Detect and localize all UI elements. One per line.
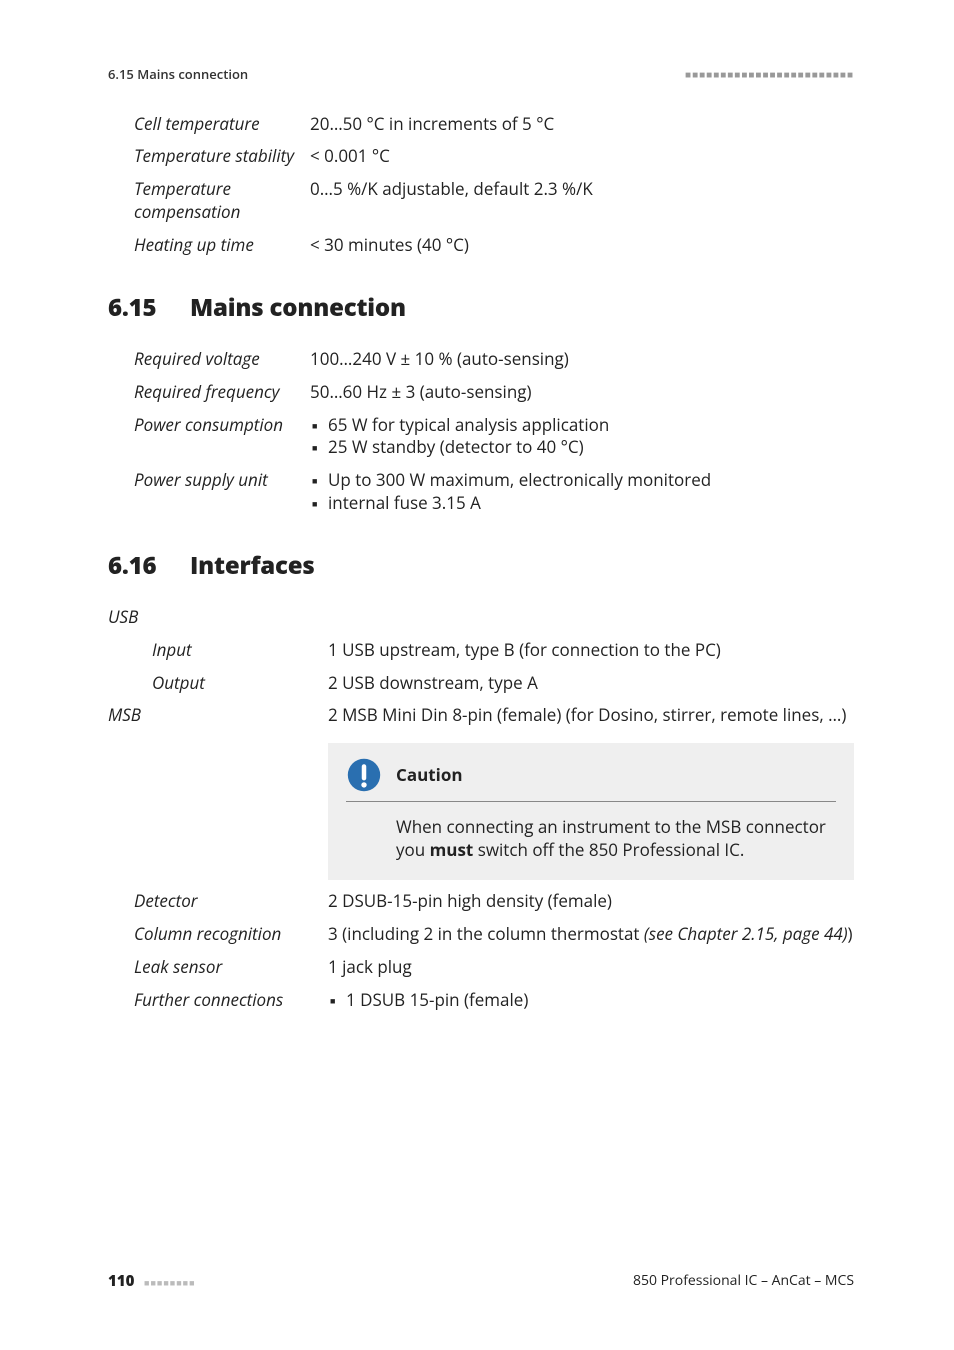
spec-label: Column recogni­tion bbox=[108, 918, 328, 951]
caution-text-strong: must bbox=[430, 838, 474, 861]
specs-table-top: Cell tempera­ture 20…50 °C in increments… bbox=[108, 108, 854, 263]
list-item: 25 W standby (detector to 40 °C) bbox=[328, 436, 854, 459]
footer-left: 110 ■■■■■■■■ bbox=[108, 1271, 196, 1292]
spec-label: Power supply unit bbox=[108, 464, 310, 520]
table-row: Further connec­tions 1 DSUB 15-pin (fema… bbox=[108, 984, 854, 1017]
footer-doc-title: 850 Professional IC – AnCat – MCS bbox=[633, 1272, 854, 1291]
header-rule: ■■■■■■■■■■■■■■■■■■■■■■■■ bbox=[685, 68, 854, 82]
spec-value: 65 W for typical analysis application 25… bbox=[310, 409, 854, 465]
caution-header: Caution bbox=[346, 757, 836, 802]
spec-value: 1 USB upstream, type B (for connection t… bbox=[328, 634, 854, 667]
table-row: Power consump­tion 65 W for typical anal… bbox=[108, 409, 854, 465]
table-row: MSB 2 MSB Mini Din 8-pin (female) (for D… bbox=[108, 699, 854, 732]
spec-value: < 30 minutes (40 °C) bbox=[310, 229, 854, 262]
spec-value: 2 DSUB-15-pin high density (female) bbox=[328, 885, 854, 918]
page-header: 6.15 Mains connection ■■■■■■■■■■■■■■■■■■… bbox=[108, 66, 854, 84]
table-row: Detector 2 DSUB-15-pin high density (fem… bbox=[108, 885, 854, 918]
spec-label: Power consump­tion bbox=[108, 409, 310, 465]
table-row: Required fre­quency 50…60 Hz ± 3 (auto-s… bbox=[108, 376, 854, 409]
table-row: Heating up time < 30 minutes (40 °C) bbox=[108, 229, 854, 262]
caution-icon bbox=[346, 757, 382, 793]
table-row: Output 2 USB downstream, type A bbox=[108, 667, 854, 700]
spec-label: Required voltage bbox=[108, 343, 310, 376]
table-row: Input 1 USB upstream, type B (for connec… bbox=[108, 634, 854, 667]
spec-label: Input bbox=[108, 634, 328, 667]
table-row: Temperature compensation 0…5 %/K adjusta… bbox=[108, 173, 854, 229]
section-number: 6.15 bbox=[108, 292, 190, 324]
spec-label: Detector bbox=[108, 885, 328, 918]
cross-reference: (see Chapter 2.15, page 44) bbox=[644, 922, 848, 945]
spec-label: Temperature stability bbox=[108, 140, 310, 173]
section-heading-616: 6.16Interfaces bbox=[108, 550, 854, 582]
list-item: 1 DSUB 15-pin (female) bbox=[346, 989, 854, 1012]
bullet-list: 65 W for typical analysis application 25… bbox=[310, 414, 854, 460]
page-number: 110 bbox=[108, 1271, 134, 1291]
list-item: 65 W for typical analysis application bbox=[328, 414, 854, 437]
spec-value: 2 MSB Mini Din 8-pin (female) (for Dosin… bbox=[328, 699, 854, 732]
header-section-ref: 6.15 Mains connection bbox=[108, 66, 248, 84]
caution-box: Caution When connecting an instrument to… bbox=[328, 743, 854, 880]
spec-label: MSB bbox=[108, 699, 328, 732]
table-row: USB bbox=[108, 601, 854, 634]
spec-value: 0…5 %/K adjustable, default 2.3 %/K bbox=[310, 173, 854, 229]
section-heading-615: 6.15Mains connection bbox=[108, 292, 854, 324]
caution-body: When connecting an instrument to the MSB… bbox=[346, 816, 836, 862]
spec-value: 2 USB downstream, type A bbox=[328, 667, 854, 700]
table-row: Cell tempera­ture 20…50 °C in increments… bbox=[108, 108, 854, 141]
spec-label: Temperature compensation bbox=[108, 173, 310, 229]
table-row: Power supply unit Up to 300 W maximum, e… bbox=[108, 464, 854, 520]
spec-value: 1 jack plug bbox=[328, 951, 854, 984]
page-footer: 110 ■■■■■■■■ 850 Professional IC – AnCat… bbox=[108, 1271, 854, 1292]
spec-value-text-post: ) bbox=[848, 922, 853, 945]
spec-value-text: 3 (including 2 in the column thermostat bbox=[328, 922, 644, 945]
caution-text-post: switch off the 850 Professional IC. bbox=[473, 838, 744, 861]
spec-value: 50…60 Hz ± 3 (auto-sensing) bbox=[310, 376, 854, 409]
table-row: Temperature stability < 0.001 °C bbox=[108, 140, 854, 173]
specs-table-615: Required voltage 100…240 V ± 10 % (auto-… bbox=[108, 343, 854, 521]
table-row: Column recogni­tion 3 (including 2 in th… bbox=[108, 918, 854, 951]
spec-label: Required fre­quency bbox=[108, 376, 310, 409]
spec-value: Up to 300 W maximum, electronically moni… bbox=[310, 464, 854, 520]
section-title: Mains connection bbox=[190, 291, 406, 324]
spec-value: < 0.001 °C bbox=[310, 140, 854, 173]
spec-label: Heating up time bbox=[108, 229, 310, 262]
spec-label: Output bbox=[108, 667, 328, 700]
section-number: 6.16 bbox=[108, 550, 190, 582]
specs-table-616: USB Input 1 USB upstream, type B (for co… bbox=[108, 601, 854, 1017]
spec-value: 1 DSUB 15-pin (female) bbox=[328, 984, 854, 1017]
page: 6.15 Mains connection ■■■■■■■■■■■■■■■■■■… bbox=[0, 0, 954, 1350]
spec-group-label: USB bbox=[108, 601, 854, 634]
table-row: Caution When connecting an instrument to… bbox=[108, 732, 854, 885]
caution-title: Caution bbox=[396, 764, 463, 787]
table-row: Leak sensor 1 jack plug bbox=[108, 951, 854, 984]
spec-label: Cell tempera­ture bbox=[108, 108, 310, 141]
footer-rule: ■■■■■■■■ bbox=[144, 1276, 196, 1289]
bullet-list: 1 DSUB 15-pin (female) bbox=[328, 989, 854, 1012]
bullet-list: Up to 300 W maximum, electronically moni… bbox=[310, 469, 854, 515]
spec-value: 20…50 °C in increments of 5 °C bbox=[310, 108, 854, 141]
spec-label: Leak sensor bbox=[108, 951, 328, 984]
list-item: Up to 300 W maximum, electronically moni… bbox=[328, 469, 854, 492]
table-row: Required voltage 100…240 V ± 10 % (auto-… bbox=[108, 343, 854, 376]
spec-value: 100…240 V ± 10 % (auto-sensing) bbox=[310, 343, 854, 376]
section-title: Interfaces bbox=[190, 549, 315, 582]
spec-label: Further connec­tions bbox=[108, 984, 328, 1017]
spec-value: 3 (including 2 in the column thermostat … bbox=[328, 918, 854, 951]
list-item: internal fuse 3.15 A bbox=[328, 492, 854, 515]
